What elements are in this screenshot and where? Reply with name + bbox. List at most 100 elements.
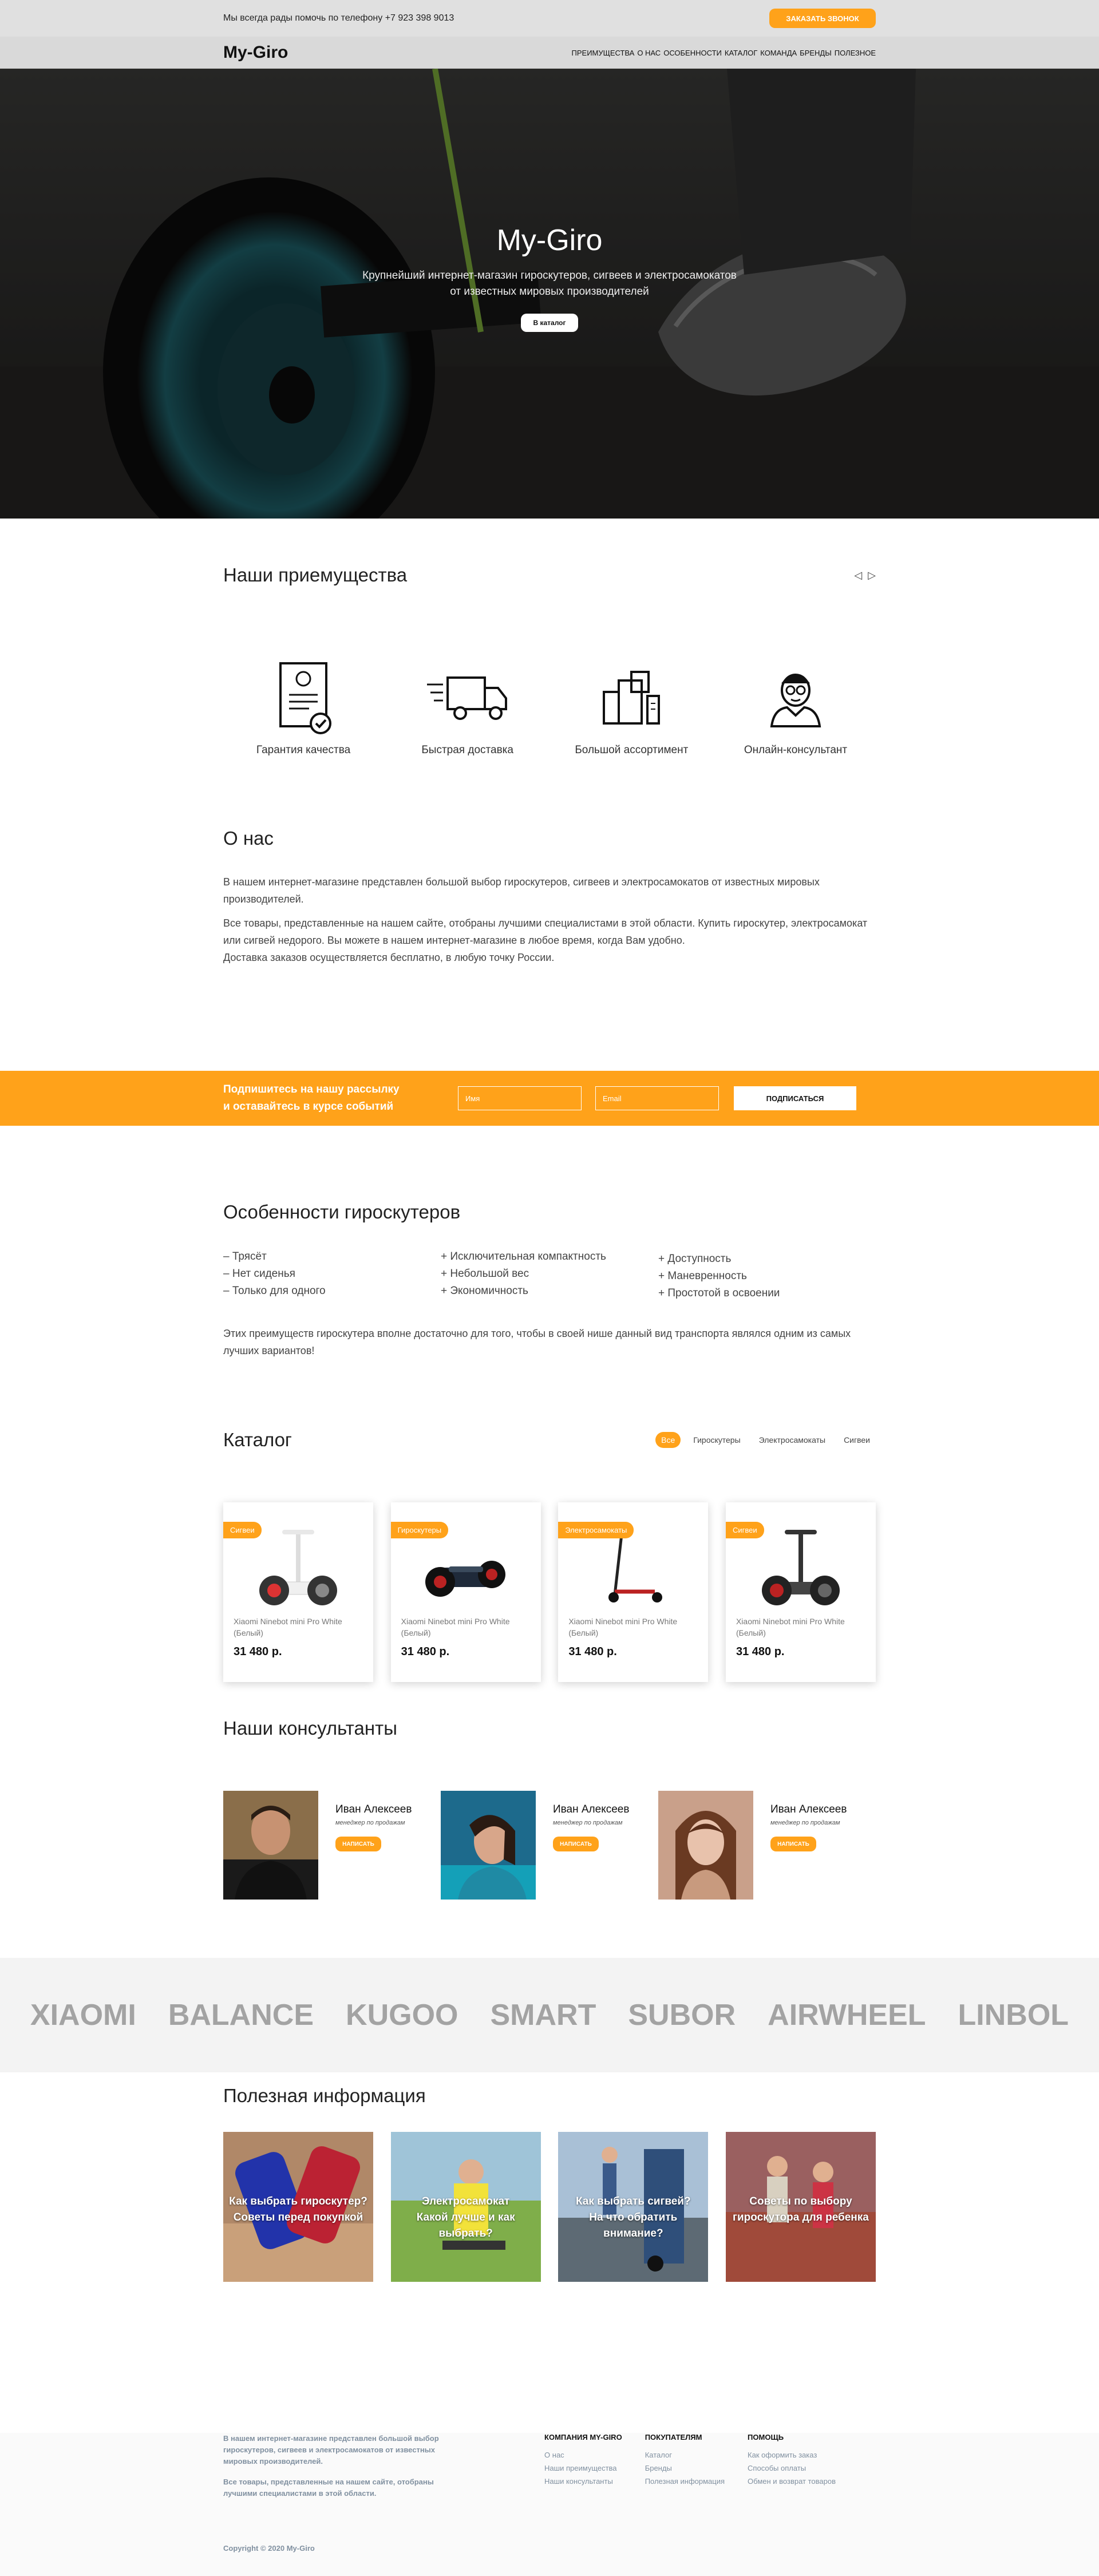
footer-link[interactable]: Каталог xyxy=(645,2448,725,2462)
article-tile[interactable]: Как выбрать сигвей? На что обратить вним… xyxy=(558,2132,709,2282)
brand-logo[interactable]: SMART xyxy=(490,1998,596,2032)
list-item: + Простотой в освоении xyxy=(658,1287,780,1299)
brand-logo[interactable]: XIAOMI xyxy=(30,1998,136,2032)
footer-link[interactable]: Полезная информация xyxy=(645,2475,725,2488)
go-to-catalog-button[interactable]: В каталог xyxy=(521,314,578,332)
newsletter-line-2: и оставайтесь в курсе событий xyxy=(223,1101,394,1113)
nav-item-useful[interactable]: Полезное xyxy=(835,49,876,57)
advantages-section: Наши приемущества ◁ ▷ Гарантия качества xyxy=(0,519,1099,828)
hero-content: My-Giro Крупнейший интернет-магазин гиро… xyxy=(0,223,1099,332)
article-caption-line-2: Какой лучше и как выбрать? xyxy=(416,2211,515,2239)
consultants-section: Наши консультанты Иван Алексеев менеджер… xyxy=(0,1718,1099,1958)
filter-hoverboards[interactable]: Гироскутеры xyxy=(687,1432,746,1448)
footer-link[interactable]: Обмен и возврат товаров xyxy=(748,2475,836,2488)
footer-link[interactable]: Наши преимущества xyxy=(544,2462,622,2475)
article-tile[interactable]: Советы по выбору гироскутора для ребенка xyxy=(725,2132,876,2282)
subscribe-button[interactable]: Подписаться xyxy=(734,1086,856,1110)
footer-link[interactable]: Способы оплаты xyxy=(748,2462,836,2475)
footer-column-title: Покупателям xyxy=(645,2433,702,2442)
brand-logo[interactable]: AIRWHEEL xyxy=(768,1998,926,2032)
article-tile[interactable]: Электросамокат Какой лучше и как выбрать… xyxy=(390,2132,541,2282)
product-name: Xiaomi Ninebot mini Pro White (Белый) xyxy=(736,1617,845,1637)
hero-subtitle-line-1: Крупнейший интернет-магазин гироскутеров… xyxy=(362,270,737,282)
useful-info-title: Полезная информация xyxy=(223,2085,426,2106)
list-item: – Трясёт xyxy=(223,1251,267,1263)
about-delivery-text: Доставка заказов осуществляется бесплатн… xyxy=(223,952,555,963)
product-name: Xiaomi Ninebot mini Pro White (Белый) xyxy=(234,1617,342,1637)
next-arrow-icon[interactable]: ▷ xyxy=(868,569,876,581)
footer-link[interactable]: О нас xyxy=(544,2448,622,2462)
filter-all[interactable]: Все xyxy=(655,1432,681,1448)
email-field[interactable]: Email xyxy=(595,1086,719,1110)
segway-white-image xyxy=(259,1530,337,1605)
about-title: О нас xyxy=(223,828,274,849)
newsletter-text: Подпишитесь на нашу рассылку и оставайте… xyxy=(223,1081,458,1115)
product-card[interactable]: Сигвеи Xiaomi Ninebot mini Pro White (Бе… xyxy=(725,1502,876,1682)
product-category-badge: Гироскутеры xyxy=(390,1522,449,1538)
article-caption-line-2: На что обратить внимание? xyxy=(589,2211,678,2239)
article-caption-line-2: Советы перед покупкой xyxy=(233,2211,363,2223)
nav-item-brands[interactable]: Бренды xyxy=(800,49,832,57)
write-to-consultant-button[interactable]: написать xyxy=(553,1837,599,1851)
avatar xyxy=(658,1791,753,1900)
advantage-item-quality: Гарантия качества xyxy=(235,660,372,757)
nav-item-about[interactable]: О нас xyxy=(637,49,661,57)
footer-link[interactable]: Как оформить заказ xyxy=(748,2448,836,2462)
brands-strip: XIAOMI BALANCE KUGOO SMART SUBOR AIRWHEE… xyxy=(0,1958,1099,2072)
brand-logo[interactable]: LINBOL xyxy=(958,1998,1069,2032)
product-card[interactable]: Сигвеи Xiaomi Ninebot mini Pro White (Бе… xyxy=(223,1502,373,1682)
nav-item-advantages[interactable]: Преимущества xyxy=(572,49,635,57)
name-field[interactable]: Имя xyxy=(458,1086,582,1110)
about-section: О нас В нашем интернет-магазине представ… xyxy=(0,828,1099,1071)
article-caption-line-1: Советы по выбору xyxy=(749,2195,852,2207)
write-to-consultant-button[interactable]: написать xyxy=(335,1837,381,1851)
brand-logo[interactable]: SUBOR xyxy=(628,1998,736,2032)
prev-arrow-icon[interactable]: ◁ xyxy=(854,569,862,581)
article-caption: Электросамокат Какой лучше и как выбрать… xyxy=(391,2194,541,2242)
article-caption: Советы по выбору гироскутора для ребенка xyxy=(726,2194,876,2226)
nav-item-features[interactable]: Особенности xyxy=(663,49,722,57)
order-callback-button[interactable]: Заказать звонок xyxy=(769,9,876,28)
nav-item-catalog[interactable]: Каталог xyxy=(725,49,757,57)
segway-black-image xyxy=(761,1530,840,1605)
write-to-consultant-button[interactable]: написать xyxy=(770,1837,816,1851)
useful-info-section: Полезная информация Как выбрать гироскут… xyxy=(0,2072,1099,2433)
about-paragraph-2: Все товары, представленные на нашем сайт… xyxy=(223,915,876,966)
footer-link[interactable]: Бренды xyxy=(645,2462,725,2475)
consultant-name: Иван Алексеев xyxy=(553,1803,630,1815)
product-card[interactable]: Гироскутеры Xiaomi Ninebot mini Pro Whit… xyxy=(390,1502,541,1682)
product-price: 31 480 р. xyxy=(401,1645,450,1658)
advantage-label: Онлайн-консультант xyxy=(744,744,848,756)
hero-banner: My-Giro Крупнейший интернет-магазин гиро… xyxy=(0,69,1099,519)
article-caption: Как выбрать гироскутер? Советы перед пок… xyxy=(223,2194,373,2226)
nav-item-team[interactable]: Команда xyxy=(760,49,797,57)
product-price: 31 480 р. xyxy=(568,1645,617,1658)
footer-about-paragraph-2: Все товары, представленные на нашем сайт… xyxy=(223,2478,434,2498)
filter-scooters[interactable]: Электросамокаты xyxy=(753,1432,831,1448)
product-category-badge: Сигвеи xyxy=(223,1522,262,1538)
advantage-label: Быстрая доставка xyxy=(421,744,513,756)
main-navbar: My-Giro Преимущества О нас Особенности К… xyxy=(0,37,1099,69)
consultant-role: менеджер по продажам xyxy=(770,1819,840,1826)
truck-icon xyxy=(426,676,507,720)
article-caption-line-1: Электросамокат xyxy=(421,2195,510,2207)
product-name: Xiaomi Ninebot mini Pro White (Белый) xyxy=(401,1617,510,1637)
hero-subtitle: Крупнейший интернет-магазин гироскутеров… xyxy=(349,268,750,300)
brand-logo[interactable]: BALANCE xyxy=(168,1998,314,2032)
footer-link[interactable]: Наши консультанты xyxy=(544,2475,622,2488)
article-tile[interactable]: Как выбрать гироскутер? Советы перед пок… xyxy=(223,2132,373,2282)
catalog-section: Каталог Все Гироскутеры Электросамокаты … xyxy=(0,1429,1099,1718)
product-card[interactable]: Электросамокаты Xiaomi Ninebot mini Pro … xyxy=(558,1502,709,1682)
product-category-badge: Электросамокаты xyxy=(558,1522,634,1538)
article-caption-line-1: Как выбрать гироскутер? xyxy=(229,2195,367,2207)
filter-segways[interactable]: Сигвеи xyxy=(838,1432,876,1448)
site-logo[interactable]: My-Giro xyxy=(223,43,288,62)
footer-column-title: Компания MY-GIRO xyxy=(544,2433,622,2442)
brand-logo[interactable]: KUGOO xyxy=(346,1998,458,2032)
hero-subtitle-line-2: от известных мировых производителей xyxy=(450,286,649,298)
footer-about-paragraph-1: В нашем интернет-магазине представлен бо… xyxy=(223,2434,439,2466)
footer-about: В нашем интернет-магазине представлен бо… xyxy=(223,2433,452,2508)
hero-title: My-Giro xyxy=(496,224,603,257)
features-cons-list: – Трясёт – Нет сиденья – Только для одно… xyxy=(223,1248,441,1302)
advantage-item-consultant: Онлайн-консультант xyxy=(727,660,864,757)
